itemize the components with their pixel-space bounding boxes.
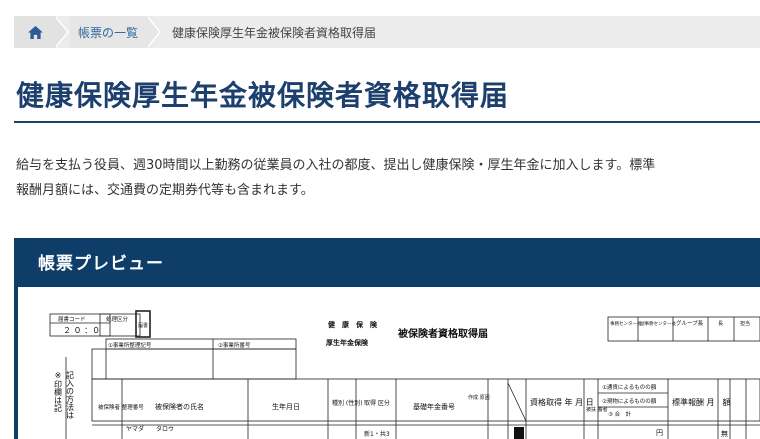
form-col-currency: ①通貨によるものの額 (602, 383, 657, 391)
form-sample-acquire: 新1・共3 (364, 430, 390, 438)
form-col-total: ③ 合 計 (608, 410, 632, 418)
form-heading-kenko: 健 康 保 険 (328, 320, 378, 329)
form-side-note: 記入の方法は (66, 370, 75, 419)
form-label-office-no: ②事業所番号 (218, 341, 251, 349)
form-approval-5: 担当 (740, 320, 750, 327)
form-sample-yen: 円 (656, 429, 663, 437)
form-preview-heading: 帳票プレビュー (38, 254, 164, 274)
page-description: 給与を支払う役員、週30時間以上勤務の従業員の入社の都度、提出し健康保険・厚生年… (16, 153, 696, 203)
form-col-name: 被保険者の氏名 (155, 402, 204, 411)
form-side-note-2: ※印欄は記 (54, 371, 63, 412)
breadcrumb: 帳票の一覧 健康保険厚生年金被保険者資格取得届 (14, 16, 760, 48)
title-divider (14, 121, 760, 123)
description-line: 給与を支払う役員、週30時間以上勤務の従業員の入社の都度、提出し健康保険・厚生年… (16, 158, 656, 173)
form-preview-panel: 帳票プレビュー 届書コード 処理区分 届書 ①事業所整理記号 ②事業所番号 被保… (14, 238, 760, 439)
form-col-standard: 標準報酬 月 額 (672, 397, 731, 407)
form-col-date: 資格取得 年 月 日 (530, 397, 594, 407)
form-preview-image[interactable]: 届書コード 処理区分 届書 ①事業所整理記号 ②事業所番号 被保険者 整理番号 … (18, 287, 760, 439)
description-line: 報酬月額には、交通費の定期券代等も含まれます。 (16, 183, 314, 198)
breadcrumb-separator (54, 16, 70, 48)
form-col-dependent: 被扶 養者 (586, 406, 608, 413)
form-heading-kosei: 厚生年金保険 (326, 338, 369, 347)
breadcrumb-home-link[interactable] (14, 16, 56, 48)
form-col-pension-no: 基礎年金番号 (413, 402, 455, 411)
form-col-gender: 種別 (性別) (332, 399, 363, 407)
form-approval-2: 副事務センター長 (640, 320, 676, 327)
breadcrumb-current: 健康保険厚生年金被保険者資格取得届 (172, 25, 377, 40)
form-approval-1: 事務センター長 (610, 320, 642, 327)
form-col-insured-no: 被保険者 整理番号 (98, 403, 144, 411)
form-drawing: 届書コード 処理区分 届書 ①事業所整理記号 ②事業所番号 被保険者 整理番号 … (49, 310, 760, 439)
form-code-value: ２ ０ ：０ (63, 326, 100, 335)
form-sample-name-kana: ヤマダ タロウ (126, 425, 174, 433)
breadcrumb-separator (146, 16, 162, 48)
form-approval-3: グループ長 (676, 319, 704, 327)
form-approval-4: 長 (718, 321, 723, 327)
home-icon (27, 25, 43, 39)
form-sample-dependent: 無 (721, 429, 728, 438)
form-label-office-number: ①事業所整理記号 (108, 341, 152, 349)
form-label-seal: 届書 (138, 322, 148, 329)
breadcrumb-form-list-link[interactable]: 帳票の一覧 (70, 16, 149, 48)
form-col-goods: ②現物によるものの額 (602, 397, 657, 405)
form-col-reason: 作成 原因 (468, 394, 490, 401)
page-title: 健康保険厚生年金被保険者資格取得届 (16, 79, 510, 112)
form-label-code: 届書コード (58, 315, 86, 323)
form-heading-name: 被保険者資格取得届 (398, 327, 488, 340)
form-col-acquire-type: 取得 区分 (364, 399, 390, 407)
form-label-processing: 処理区分 (106, 315, 129, 323)
form-col-birth: 生年月日 (272, 402, 300, 411)
